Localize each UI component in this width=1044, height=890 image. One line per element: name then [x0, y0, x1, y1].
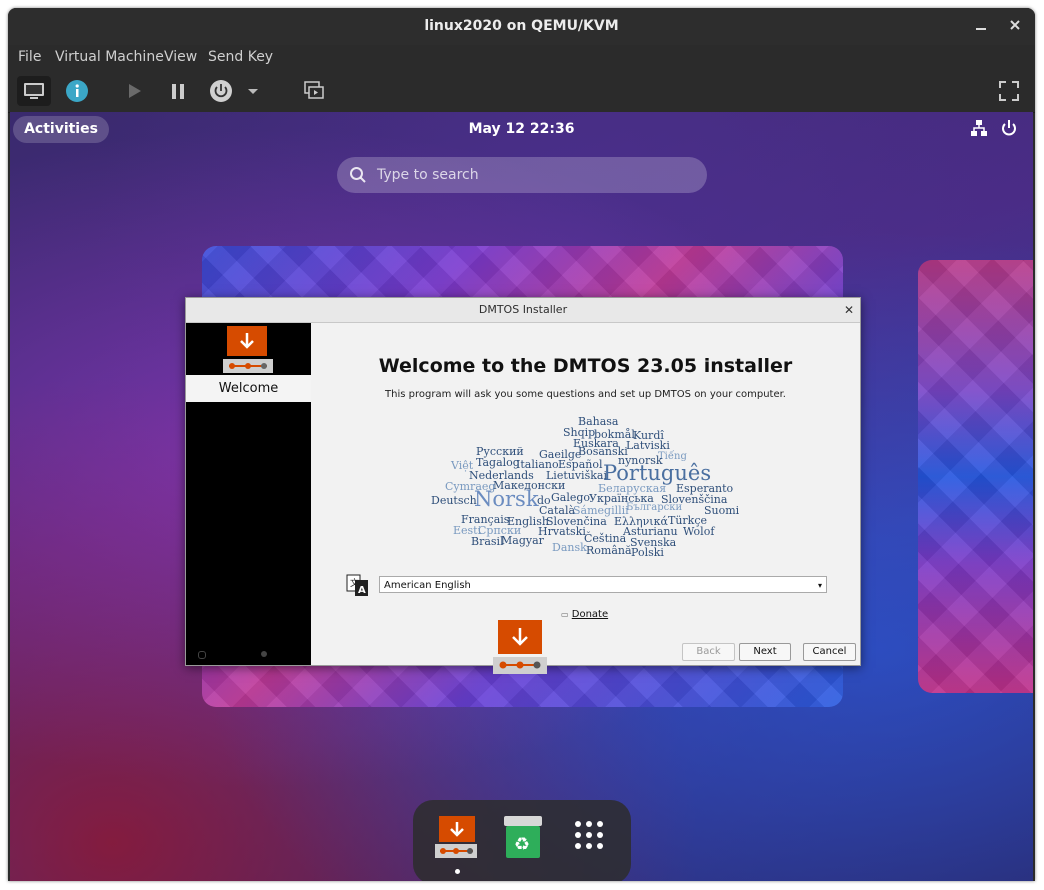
guest-desktop[interactable]: Activities May 12 22:36 Type to search D… — [10, 112, 1033, 881]
menu-view[interactable]: View — [164, 49, 197, 65]
cancel-button[interactable]: Cancel — [803, 643, 856, 661]
sidebar-item-welcome: Welcome — [186, 375, 311, 402]
cloud-word: Suomi — [704, 504, 740, 517]
language-word-cloud: Bahasa Shqip bokmål Kurdî Euskara Latvis… — [421, 415, 751, 559]
fullscreen-icon — [999, 81, 1019, 101]
window-titlebar[interactable]: linux2020 on QEMU/KVM — [8, 8, 1035, 45]
language-select-value: American English — [384, 580, 471, 591]
language-icon: 文A — [346, 573, 370, 601]
menu-send-key[interactable]: Send Key — [208, 49, 273, 65]
donate-icon: ▭ — [561, 610, 569, 619]
close-button[interactable] — [1004, 16, 1026, 38]
network-icon[interactable] — [970, 119, 988, 141]
menu-file[interactable]: File — [18, 49, 41, 65]
menu-virtual-machine[interactable]: Virtual Machine — [55, 49, 164, 65]
cloud-word: Tagalog — [476, 456, 520, 469]
language-row: 文A American English ▾ — [346, 573, 828, 597]
installer-titlebar[interactable]: DMTOS Installer ✕ — [186, 298, 860, 323]
dock-trash-icon[interactable]: ♻ — [500, 814, 548, 862]
about-icon[interactable] — [198, 651, 206, 659]
installer-app-badge-icon — [492, 620, 550, 680]
running-indicator — [455, 869, 460, 874]
installer-logo-icon — [223, 326, 275, 378]
workspace-thumbnail-next[interactable] — [918, 260, 1033, 693]
cloud-word: Galego — [551, 491, 591, 504]
console-icon — [24, 83, 44, 99]
cloud-word: Dansk — [552, 541, 587, 554]
installer-title: DMTOS Installer — [478, 303, 568, 316]
snapshots-button[interactable] — [297, 76, 331, 106]
menubar: File Virtual Machine View Send Key — [8, 45, 1035, 71]
debug-icon[interactable] — [261, 651, 267, 657]
close-icon — [1010, 20, 1020, 30]
details-icon — [66, 80, 88, 102]
back-button[interactable]: Back — [682, 643, 735, 661]
minimize-button[interactable] — [970, 16, 992, 38]
donate-button[interactable]: ▭ Donate — [561, 609, 608, 620]
details-button[interactable] — [60, 76, 94, 106]
power-button[interactable] — [204, 76, 238, 106]
language-select[interactable]: American English ▾ — [379, 576, 827, 593]
welcome-heading: Welcome to the DMTOS 23.05 installer — [378, 355, 793, 377]
search-icon — [350, 167, 366, 183]
cloud-word: Magyar — [501, 534, 544, 547]
next-button[interactable]: Next — [739, 643, 791, 661]
pause-button[interactable] — [161, 76, 195, 106]
snapshots-icon — [304, 81, 324, 99]
welcome-subtitle: This program will ask you some questions… — [385, 389, 786, 400]
console-button[interactable] — [17, 76, 51, 106]
minimize-icon — [976, 28, 986, 30]
clock[interactable]: May 12 22:36 — [10, 121, 1033, 137]
run-icon — [129, 84, 141, 98]
show-apps-grid-icon[interactable] — [568, 814, 616, 862]
cloud-word: Wolof — [683, 525, 715, 538]
installer-window[interactable]: DMTOS Installer ✕ Welcome Welcome to the… — [185, 297, 861, 666]
dock-installer-icon[interactable] — [433, 814, 481, 862]
cloud-word: Български — [626, 502, 683, 513]
installer-sidebar: Welcome — [186, 323, 311, 665]
cloud-word: Brasil — [471, 535, 504, 548]
installer-close-button[interactable]: ✕ — [844, 298, 854, 322]
cloud-word: Hrvatski — [538, 525, 586, 538]
vm-viewer-window: linux2020 on QEMU/KVM File Virtual Machi… — [8, 8, 1035, 881]
search-field[interactable]: Type to search — [337, 157, 707, 193]
system-power-icon[interactable] — [1000, 119, 1018, 141]
cloud-word: Polski — [631, 546, 664, 559]
donate-label: Donate — [571, 609, 609, 620]
pause-icon — [172, 84, 184, 99]
fullscreen-button[interactable] — [992, 76, 1026, 106]
run-button[interactable] — [117, 76, 151, 106]
cloud-word: Deutsch — [431, 494, 477, 507]
cloud-word: Norsk — [474, 487, 539, 511]
search-placeholder: Type to search — [377, 167, 479, 183]
dash-dock: ♻ — [413, 800, 631, 881]
power-menu-button[interactable] — [242, 76, 264, 106]
toolbar — [8, 71, 1035, 113]
window-title: linux2020 on QEMU/KVM — [424, 18, 619, 34]
svg-text:♻: ♻ — [514, 834, 530, 855]
cloud-word: Română — [586, 544, 632, 557]
svg-text:A: A — [358, 585, 366, 596]
power-menu-icon — [248, 89, 258, 94]
chevron-down-icon: ▾ — [817, 581, 822, 590]
power-icon — [210, 80, 232, 102]
installer-main: Welcome to the DMTOS 23.05 installer Thi… — [311, 323, 860, 665]
